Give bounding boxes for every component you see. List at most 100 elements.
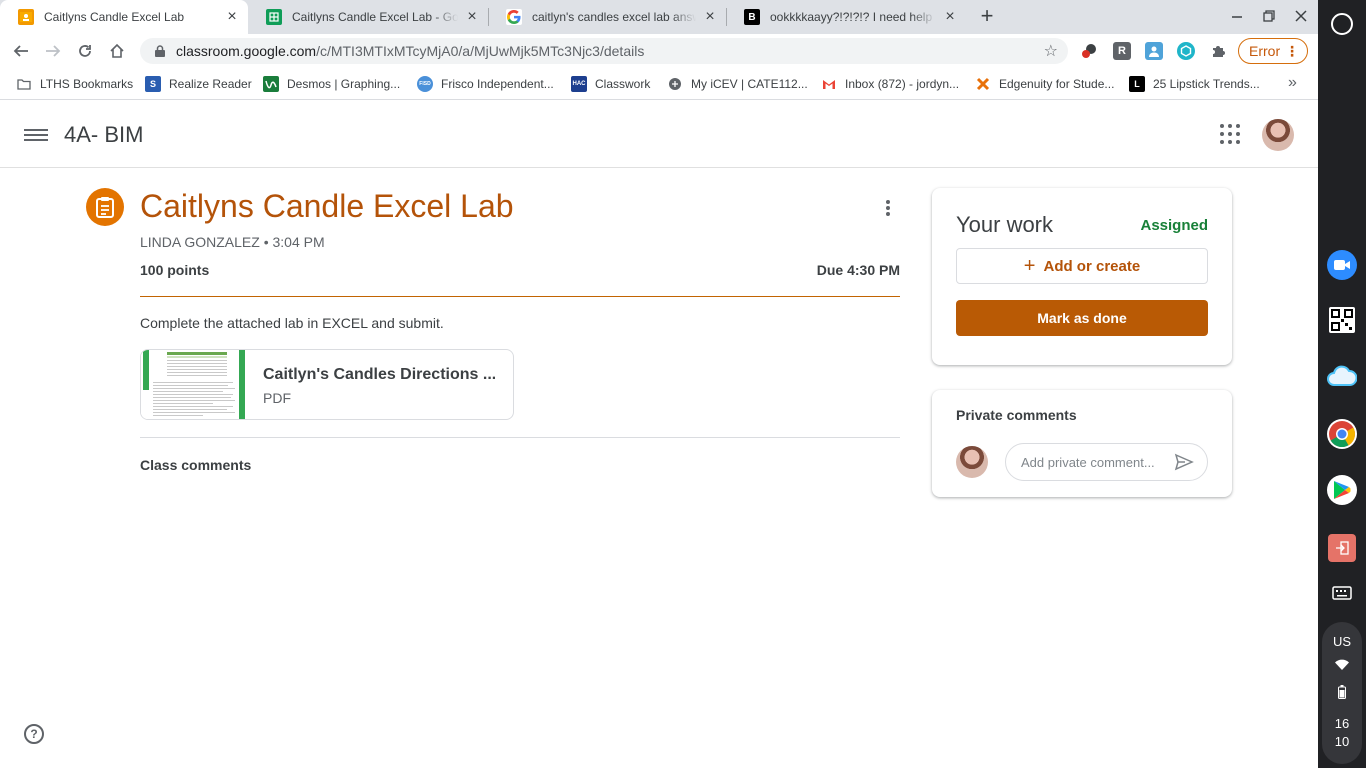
- tab-close-icon[interactable]: ×: [942, 9, 958, 25]
- back-icon[interactable]: [10, 40, 32, 62]
- tab-google-search[interactable]: caitlyn's candles excel lab answ ×: [488, 0, 726, 34]
- extensions-puzzle-icon[interactable]: [1209, 42, 1227, 60]
- extension-vpn-icon[interactable]: [1177, 42, 1195, 60]
- lock-icon[interactable]: [154, 45, 166, 57]
- bookmark-frisco[interactable]: FISD Frisco Independent...: [417, 76, 554, 92]
- reload-icon[interactable]: [74, 40, 96, 62]
- teacher-and-time: LINDA GONZALEZ • 3:04 PM: [140, 234, 325, 250]
- launcher-icon[interactable]: [1331, 13, 1353, 35]
- battery-icon[interactable]: [1330, 680, 1354, 704]
- zoom-icon[interactable]: [1327, 250, 1357, 280]
- browser-window: Caitlyns Candle Excel Lab × Caitlyns Can…: [0, 0, 1318, 768]
- classroom-header: [0, 101, 1318, 168]
- bookmark-label: Realize Reader: [169, 77, 252, 91]
- bookmark-label: LTHS Bookmarks: [40, 77, 134, 91]
- tab-brainly[interactable]: B ookkkkaayy?!?!?!? I need help on ×: [726, 0, 966, 34]
- extension-r-icon[interactable]: R: [1113, 42, 1131, 60]
- chrome-icon[interactable]: [1327, 419, 1357, 449]
- home-icon[interactable]: [106, 40, 128, 62]
- bookmark-gmail[interactable]: Inbox (872) - jordyn...: [821, 76, 959, 92]
- url-host: classroom.google.com: [176, 43, 317, 59]
- google-apps-icon[interactable]: [1220, 124, 1240, 144]
- plus-icon: +: [1023, 255, 1036, 277]
- send-icon[interactable]: [1174, 452, 1194, 472]
- minimize-icon[interactable]: [1226, 6, 1248, 28]
- add-or-create-button[interactable]: + Add or create: [956, 248, 1208, 284]
- forward-icon[interactable]: [42, 40, 64, 62]
- status-badge: Assigned: [1140, 217, 1208, 234]
- mark-as-done-button[interactable]: Mark as done: [956, 300, 1208, 336]
- more-options-icon[interactable]: [878, 198, 898, 218]
- url-text: classroom.google.com/c/MTI3MTIxMTcyMjA0/…: [176, 43, 644, 59]
- tab-active[interactable]: Caitlyns Candle Excel Lab ×: [0, 0, 248, 34]
- chrome-menu-icon[interactable]: ⋮: [1285, 43, 1299, 60]
- class-name[interactable]: 4A- BIM: [64, 122, 143, 148]
- more-bookmarks-icon[interactable]: »: [1288, 74, 1297, 92]
- class-comments-label[interactable]: Class comments: [140, 457, 251, 473]
- keyboard-icon[interactable]: [1327, 578, 1357, 608]
- realize-icon: S: [145, 76, 161, 92]
- bookmark-icev[interactable]: My iCEV | CATE112...: [667, 76, 808, 92]
- bookmark-realize[interactable]: S Realize Reader: [145, 76, 252, 92]
- bookmark-label: Edgenuity for Stude...: [999, 77, 1115, 91]
- google-icon: [506, 9, 522, 25]
- attachment-thumbnail[interactable]: [141, 350, 245, 419]
- tab-title: Caitlyns Candle Excel Lab: [44, 10, 185, 24]
- points-label: 100 points: [140, 262, 210, 278]
- bookmark-star-icon[interactable]: ☆: [1044, 41, 1058, 61]
- help-icon[interactable]: ?: [24, 724, 44, 744]
- tab-title: Caitlyns Candle Excel Lab - Goog: [292, 10, 458, 24]
- due-date: Due 4:30 PM: [816, 262, 900, 278]
- new-tab-button[interactable]: +: [976, 5, 998, 28]
- assignment-icon: [86, 188, 124, 226]
- main-menu-icon[interactable]: [24, 126, 48, 144]
- bookmark-label: Classwork: [595, 77, 651, 91]
- close-window-icon[interactable]: [1290, 6, 1312, 28]
- url-path: /c/MTI3MTIxMTcyMjA0/a/MjUwMjk5MTc3Njc3/d…: [316, 43, 645, 59]
- bookmark-classwork[interactable]: HAC Classwork: [571, 76, 650, 92]
- hac-icon: HAC: [571, 76, 587, 92]
- wifi-icon[interactable]: [1330, 653, 1354, 677]
- sheets-icon: [266, 9, 282, 25]
- bookmark-label: My iCEV | CATE112...: [691, 77, 808, 91]
- cloud-app-icon[interactable]: [1327, 362, 1357, 392]
- qr-code-icon[interactable]: [1329, 307, 1355, 333]
- attachment-name[interactable]: Caitlyn's Candles Directions ...: [263, 366, 495, 384]
- extension-paint-icon[interactable]: [1080, 42, 1098, 60]
- assignment-instructions: Complete the attached lab in EXCEL and s…: [140, 315, 444, 331]
- input-language[interactable]: US: [1322, 634, 1362, 649]
- extension-person-icon[interactable]: [1145, 42, 1163, 60]
- icev-icon: [667, 76, 683, 92]
- tab-close-icon[interactable]: ×: [224, 9, 240, 25]
- folder-icon: [16, 76, 32, 92]
- address-bar[interactable]: classroom.google.com/c/MTI3MTIxMTcyMjA0/…: [140, 38, 1068, 64]
- brainly-icon: B: [744, 9, 760, 25]
- clock-hour[interactable]: 16: [1322, 716, 1362, 731]
- tab-close-icon[interactable]: ×: [464, 9, 480, 25]
- bookmark-label: Desmos | Graphing...: [287, 77, 401, 91]
- profile-error-button[interactable]: Error ⋮: [1238, 38, 1308, 64]
- attachment-card[interactable]: Caitlyn's Candles Directions ... PDF: [140, 349, 514, 420]
- bookmark-label: 25 Lipstick Trends...: [1153, 77, 1260, 91]
- account-avatar[interactable]: [1262, 119, 1294, 151]
- bookmark-lipstick[interactable]: L 25 Lipstick Trends...: [1129, 76, 1260, 92]
- bookmark-lths[interactable]: LTHS Bookmarks: [16, 76, 133, 92]
- your-work-title: Your work: [956, 212, 1054, 237]
- bookmark-label: Inbox (872) - jordyn...: [845, 77, 960, 91]
- header-divider: [140, 296, 900, 297]
- restore-icon[interactable]: [1258, 6, 1280, 28]
- clock-minute[interactable]: 10: [1322, 734, 1362, 749]
- bookmark-label: Frisco Independent...: [441, 77, 554, 91]
- frisco-icon: FISD: [417, 76, 433, 92]
- lipstick-icon: L: [1129, 76, 1145, 92]
- bookmark-desmos[interactable]: Desmos | Graphing...: [263, 76, 400, 92]
- tab-sheets[interactable]: Caitlyns Candle Excel Lab - Goog ×: [248, 0, 488, 34]
- tab-close-icon[interactable]: ×: [702, 9, 718, 25]
- add-or-create-label: Add or create: [1043, 257, 1141, 275]
- play-store-icon[interactable]: [1327, 475, 1357, 505]
- exit-app-icon[interactable]: [1328, 534, 1356, 562]
- assignment-title: Caitlyns Candle Excel Lab: [140, 188, 514, 224]
- bookmark-edgenuity[interactable]: Edgenuity for Stude...: [975, 76, 1114, 92]
- tab-title: ookkkkaayy?!?!?!? I need help on: [770, 10, 936, 24]
- gmail-icon: [821, 76, 837, 92]
